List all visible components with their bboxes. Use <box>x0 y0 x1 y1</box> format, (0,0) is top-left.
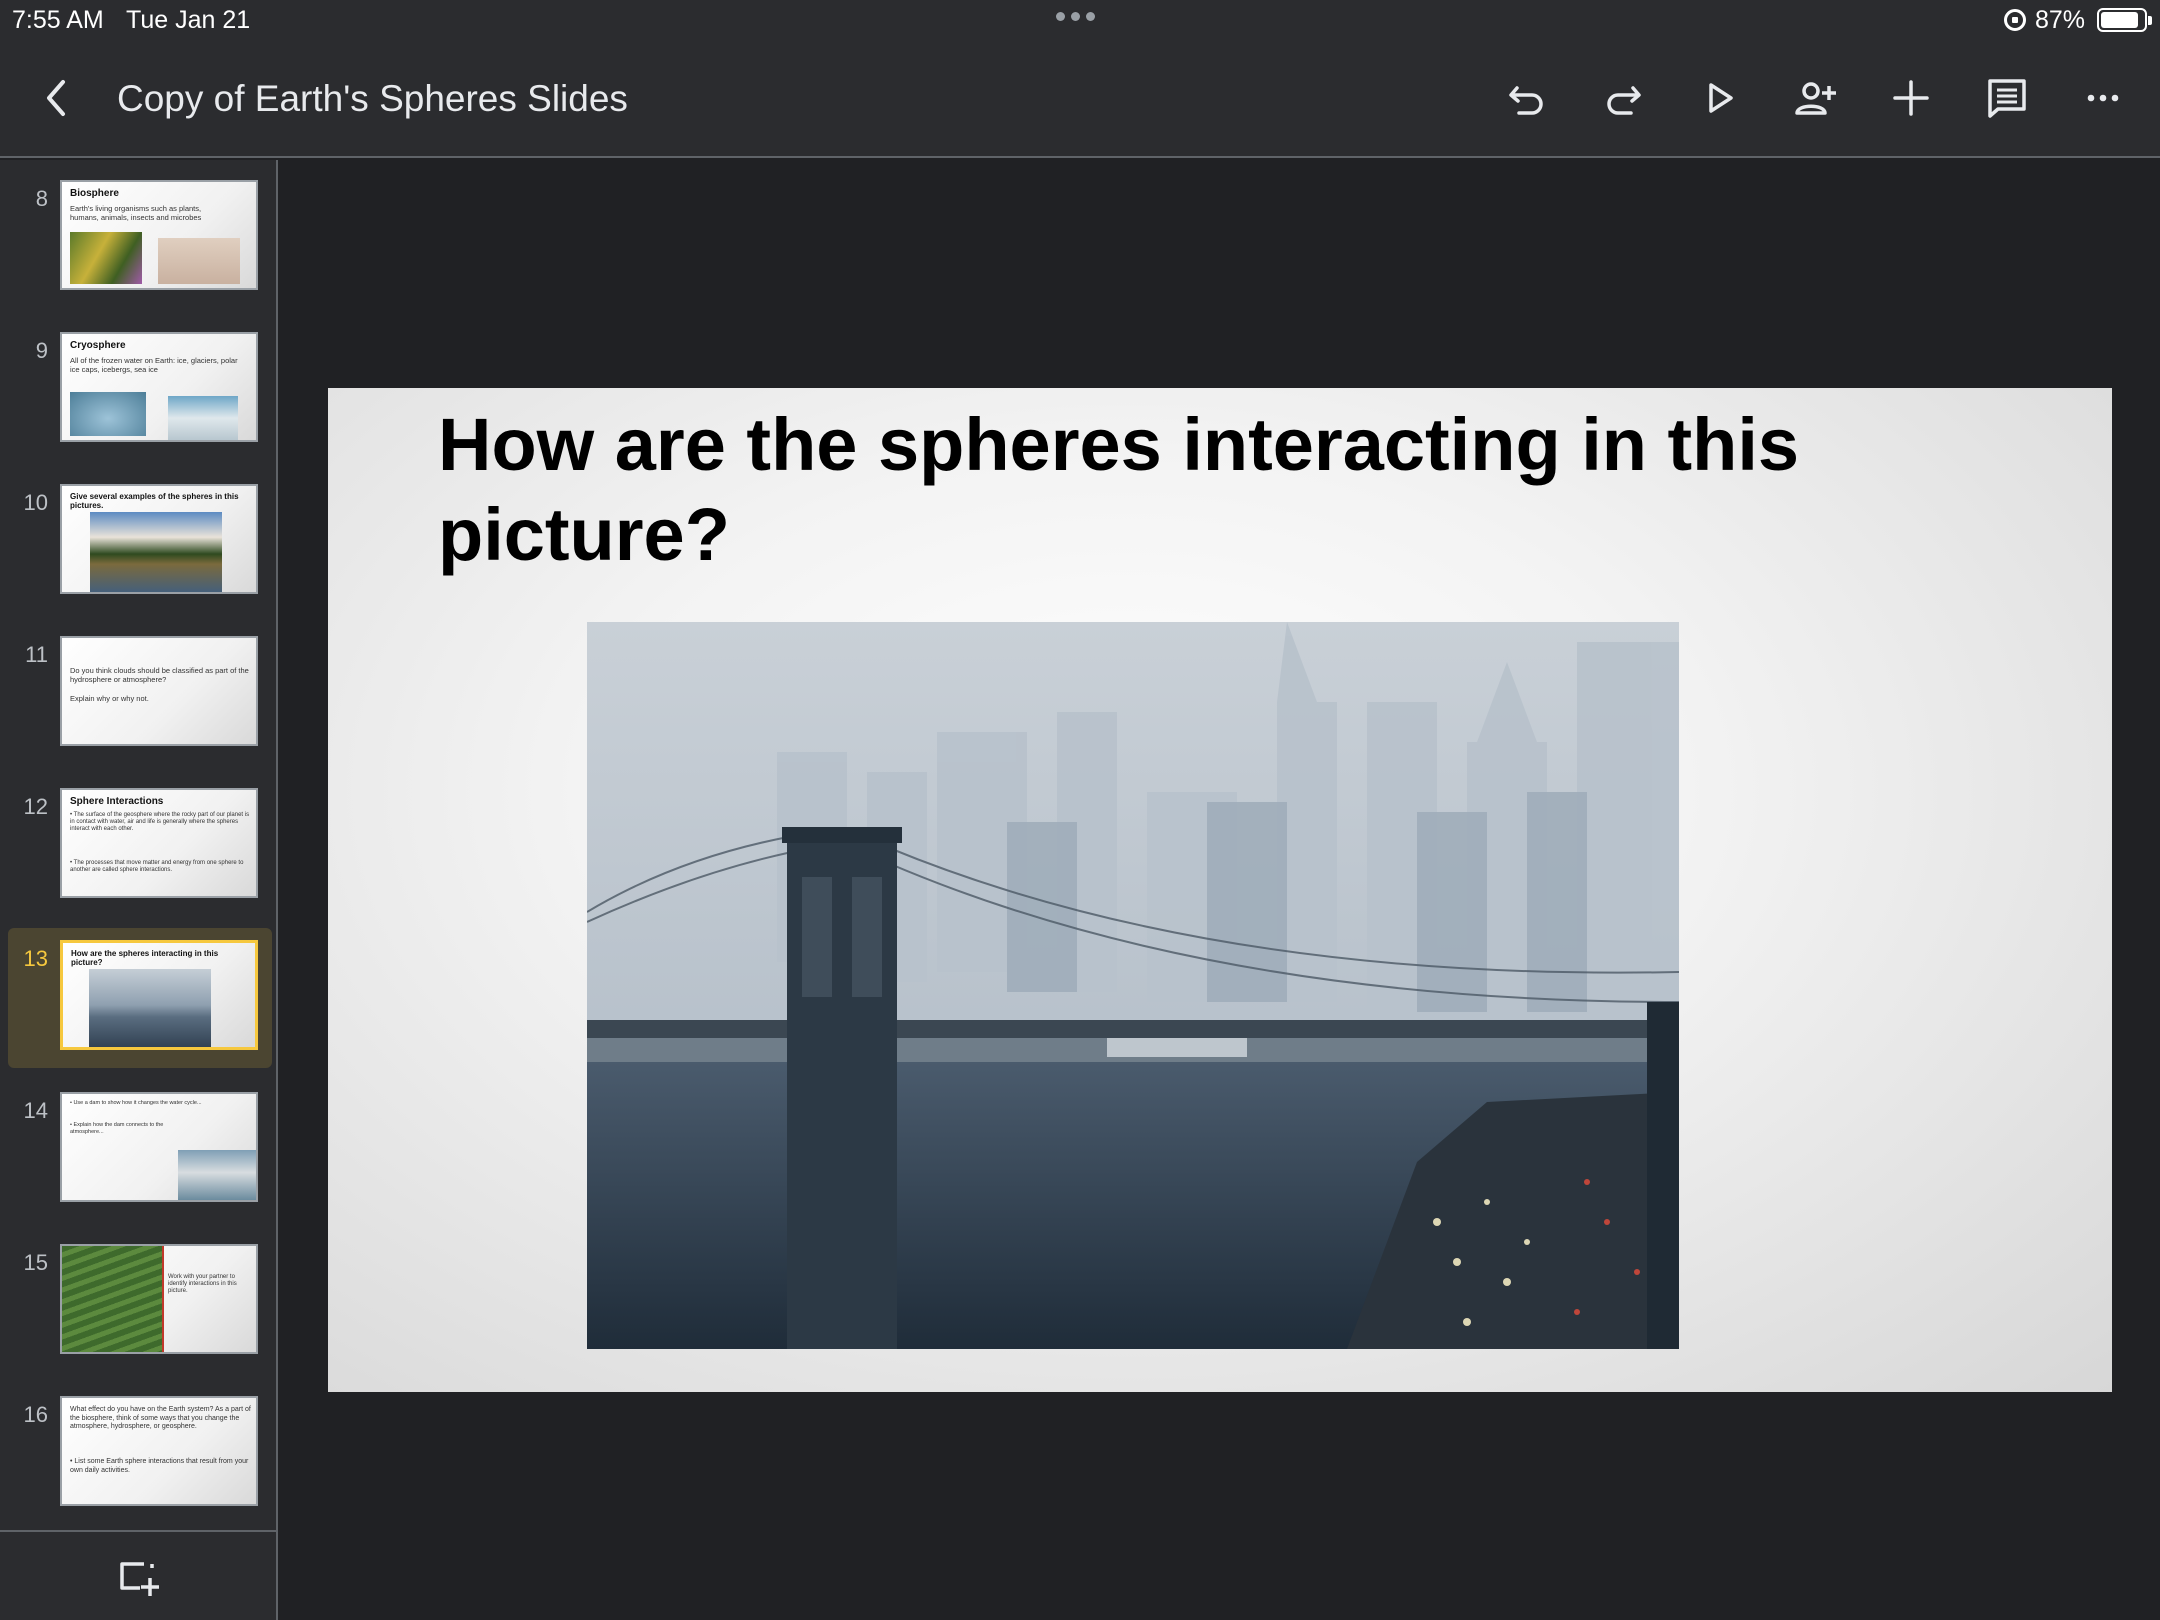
status-date: Tue Jan 21 <box>126 6 251 34</box>
slide-preview: What effect do you have on the Earth sys… <box>60 1396 258 1506</box>
toolbar: Copy of Earth's Spheres Slides <box>0 40 2160 158</box>
thumb-title: Biosphere <box>70 188 119 199</box>
slide-title[interactable]: How are the spheres interacting in this … <box>438 400 1938 580</box>
plus-icon <box>1893 80 1929 116</box>
thumb-text-2: • Explain how the dam connects to the at… <box>70 1122 164 1135</box>
undo-icon <box>1509 86 1543 115</box>
slide-thumbnail-14[interactable]: 14 • Use a dam to show how it changes th… <box>8 1080 272 1220</box>
slide-thumbnail-16[interactable]: 16 What effect do you have on the Earth … <box>8 1384 272 1524</box>
document-title[interactable]: Copy of Earth's Spheres Slides <box>117 78 628 120</box>
thumb-text: Work with your partner to identify inter… <box>168 1274 237 1294</box>
thumb-text-2: Explain why or why not. <box>70 694 149 703</box>
multitasking-dots-icon[interactable] <box>1056 12 1095 21</box>
slide-number: 11 <box>25 642 48 667</box>
slide-preview: Biosphere Earth's living organisms such … <box>60 180 258 290</box>
thumb-image-ice <box>70 392 146 436</box>
new-slide-button[interactable] <box>118 1558 162 1598</box>
slide-canvas: How are the spheres interacting in this … <box>280 160 2160 1620</box>
thumb-title: Cryosphere <box>70 340 126 351</box>
slide-preview: Cryosphere All of the frozen water on Ea… <box>60 332 258 442</box>
thumb-image-dam <box>178 1150 256 1200</box>
current-slide[interactable]: How are the spheres interacting in this … <box>328 388 2112 1392</box>
thumb-image-farm <box>62 1246 164 1352</box>
thumb-text-2: • The processes that move matter and ene… <box>70 860 244 873</box>
thumb-text: All of the frozen water on Earth: ice, g… <box>70 356 238 374</box>
slide-filmstrip: 8 Biosphere Earth's living organisms suc… <box>0 160 278 1620</box>
orientation-lock-icon <box>2004 9 2026 31</box>
thumb-text: Do you think clouds should be classified… <box>70 666 249 684</box>
slide-thumbnail-8[interactable]: 8 Biosphere Earth's living organisms suc… <box>8 168 272 308</box>
comment-icon <box>1988 79 2026 118</box>
slide-preview: • Use a dam to show how it changes the w… <box>60 1092 258 1202</box>
add-person-icon <box>1795 82 1836 115</box>
thumb-title: Sphere Interactions <box>70 796 164 807</box>
more-options-button[interactable] <box>2073 68 2133 128</box>
slide-thumbnail-11[interactable]: 11 Do you think clouds should be classif… <box>8 624 272 764</box>
sidebar-footer <box>0 1530 276 1620</box>
slide-number: 13 <box>23 946 48 971</box>
slide-number: 16 <box>23 1402 48 1427</box>
status-bar: 7:55 AM Tue Jan 21 87% <box>0 0 2160 40</box>
slide-preview: Give several examples of the spheres in … <box>60 484 258 594</box>
insert-button[interactable] <box>1881 68 1941 128</box>
status-time: 7:55 AM <box>12 6 104 34</box>
slide-image[interactable] <box>587 622 1679 1349</box>
thumb-text: What effect do you have on the Earth sys… <box>70 1406 251 1430</box>
thumb-image-elephants <box>158 238 240 284</box>
slide-preview: Do you think clouds should be classified… <box>60 636 258 746</box>
thumb-text: • Use a dam to show how it changes the w… <box>70 1100 202 1106</box>
back-button[interactable] <box>30 72 82 124</box>
thumb-image-lake <box>90 512 222 592</box>
present-icon <box>1709 83 1733 113</box>
slide-preview: How are the spheres interacting in this … <box>60 940 258 1050</box>
more-icon <box>2087 94 2119 102</box>
battery-icon <box>2097 8 2152 32</box>
bridge-city-photo <box>587 622 1679 1349</box>
back-icon <box>47 80 65 116</box>
slide-preview: Work with your partner to identify inter… <box>60 1244 258 1354</box>
thumb-image-plants <box>70 232 142 284</box>
thumb-text: • The surface of the geosphere where the… <box>70 812 250 832</box>
share-button[interactable] <box>1785 68 1845 128</box>
slide-number: 8 <box>35 186 48 211</box>
redo-button[interactable] <box>1593 68 1653 128</box>
slide-thumbnail-9[interactable]: 9 Cryosphere All of the frozen water on … <box>8 320 272 460</box>
slide-number: 10 <box>23 490 48 515</box>
slide-number: 9 <box>35 338 48 363</box>
comments-button[interactable] <box>1977 68 2037 128</box>
battery-percent: 87% <box>2035 6 2086 34</box>
redo-icon <box>1607 86 1641 115</box>
add-slide-icon <box>120 1562 159 1596</box>
slide-number: 14 <box>23 1098 48 1123</box>
slide-preview: Sphere Interactions • The surface of the… <box>60 788 258 898</box>
thumb-title: How are the spheres interacting in this … <box>71 949 219 967</box>
thumb-image-bridge <box>89 969 211 1047</box>
slide-number: 12 <box>23 794 48 819</box>
thumb-text: Earth's living organisms such as plants,… <box>70 204 202 222</box>
slide-thumbnail-15[interactable]: 15 Work with your partner to identify in… <box>8 1232 272 1372</box>
thumb-image-sea-ice <box>168 396 238 440</box>
slide-thumbnail-13[interactable]: 13 How are the spheres interacting in th… <box>8 928 272 1068</box>
slide-thumbnail-12[interactable]: 12 Sphere Interactions • The surface of … <box>8 776 272 916</box>
present-button[interactable] <box>1689 68 1749 128</box>
slide-number: 15 <box>23 1250 48 1275</box>
thumb-text-2: • List some Earth sphere interactions th… <box>70 1458 249 1474</box>
undo-button[interactable] <box>1497 68 1557 128</box>
slide-thumbnail-10[interactable]: 10 Give several examples of the spheres … <box>8 472 272 612</box>
thumb-title: Give several examples of the spheres in … <box>70 492 239 510</box>
